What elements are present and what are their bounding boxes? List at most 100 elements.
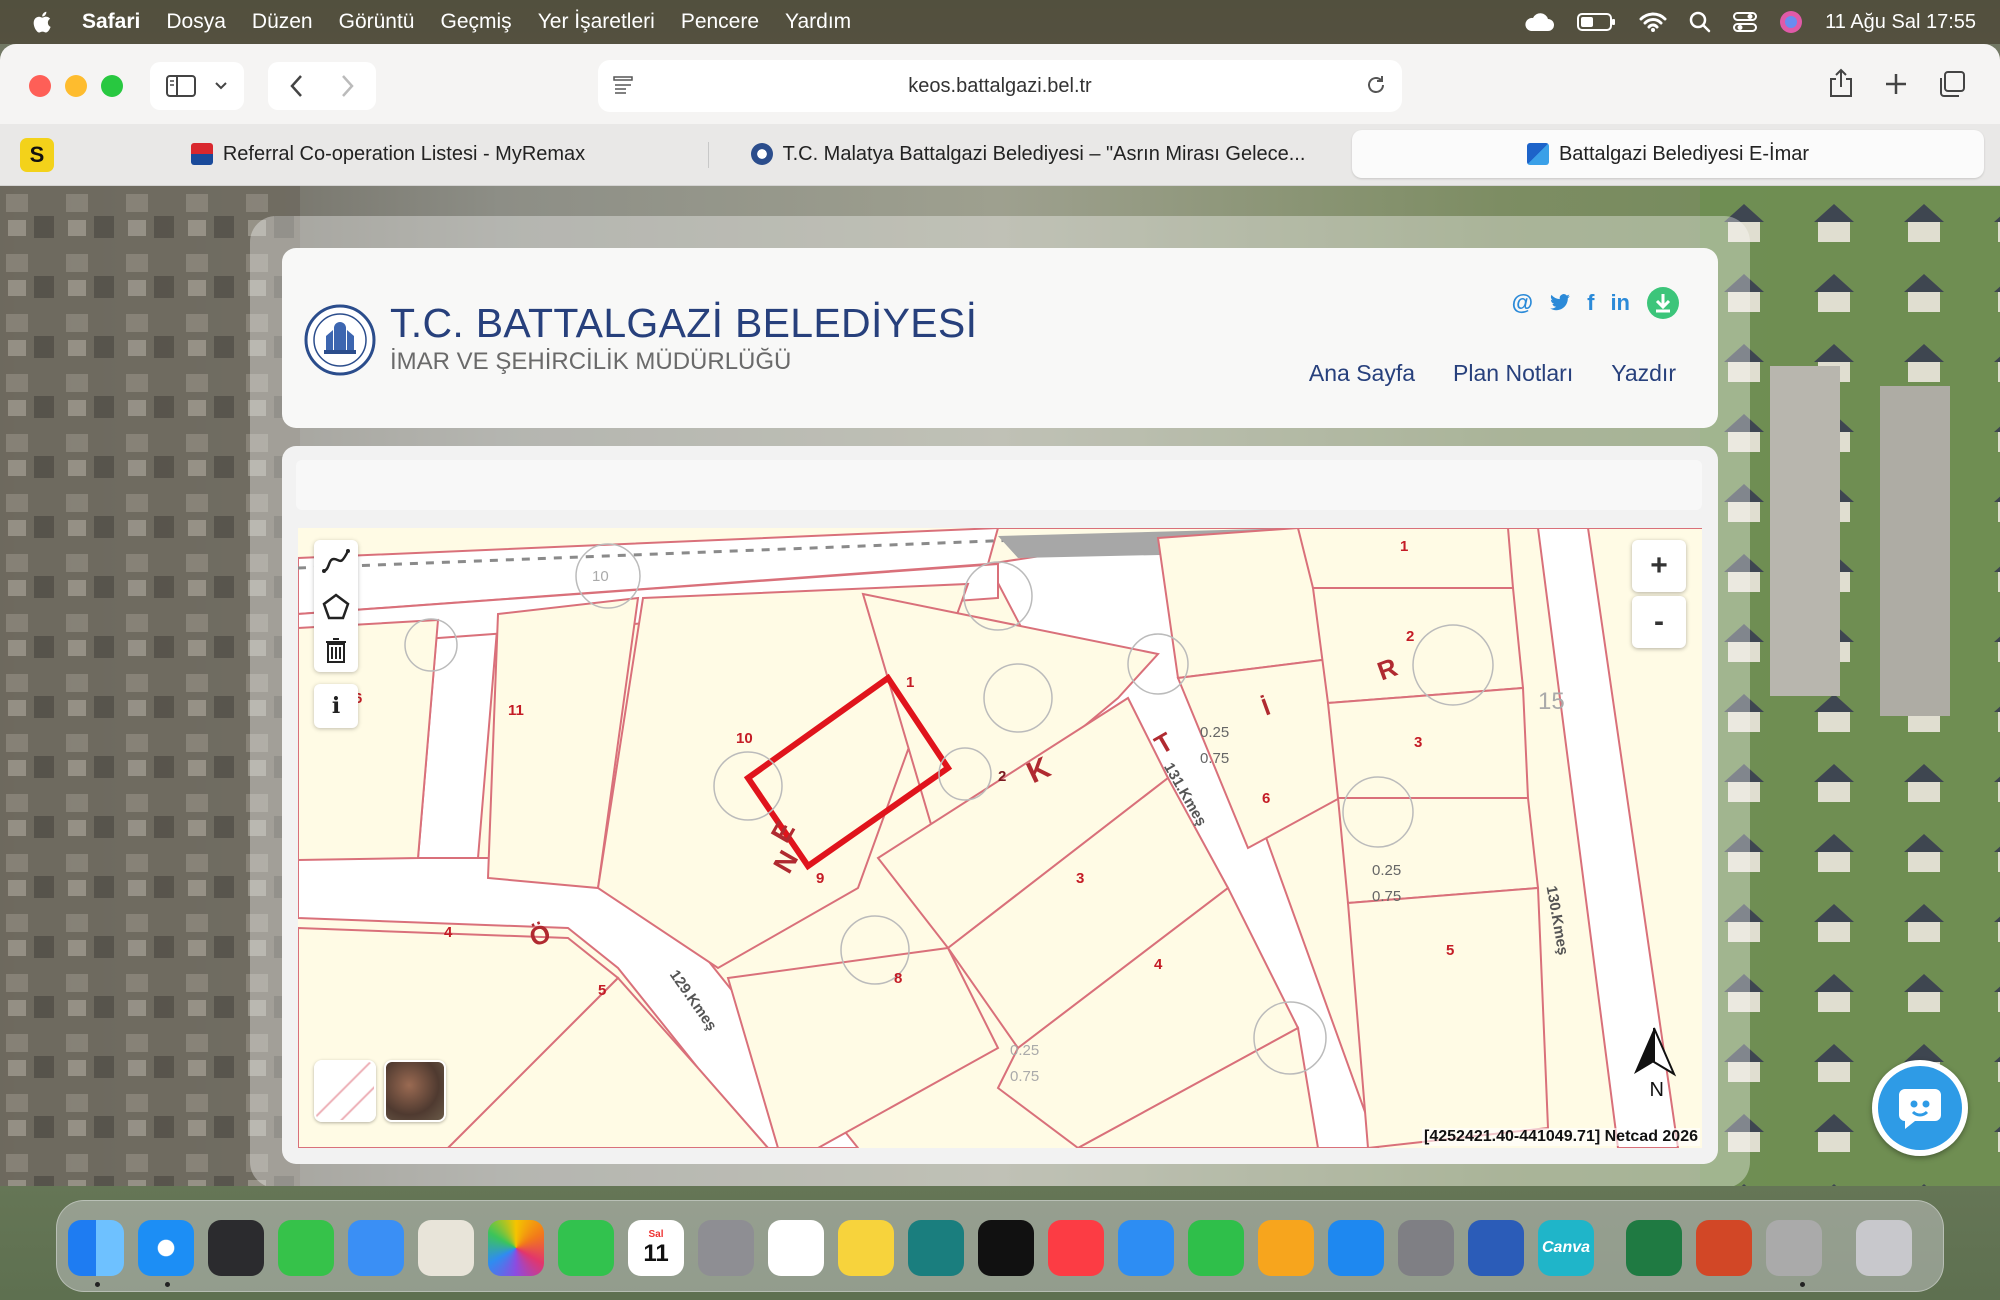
remax-favicon-icon xyxy=(190,143,213,165)
back-icon[interactable] xyxy=(289,74,305,98)
dock-excel-icon[interactable] xyxy=(1626,1220,1682,1276)
dock-system-settings-icon[interactable] xyxy=(1398,1220,1454,1276)
wifi-icon[interactable] xyxy=(1639,11,1667,33)
calendar-day-label: 11 xyxy=(643,1239,669,1267)
map-panel: 6 11 10 1 2 3 9 8 4 6 1 2 3 5 4 5 K E N … xyxy=(282,446,1718,1164)
tab-title: T.C. Malatya Battalgazi Belediyesi – "As… xyxy=(782,142,1306,165)
dock-safari-icon[interactable] xyxy=(138,1220,194,1276)
web-page: T.C. BATTALGAZİ BELEDİYESİ İMAR VE ŞEHİR… xyxy=(0,186,2000,1186)
menu-goruntu[interactable]: Görüntü xyxy=(339,10,415,34)
menu-bar: Safari Dosya Düzen Görüntü Geçmiş Yer İş… xyxy=(0,0,2000,44)
minimize-window-button[interactable] xyxy=(65,75,87,97)
linkedin-icon[interactable]: in xyxy=(1610,290,1630,316)
assistant-chat-button[interactable] xyxy=(1872,1060,1968,1156)
polygon-tool-icon[interactable] xyxy=(314,584,358,628)
apple-icon[interactable] xyxy=(30,9,56,35)
dock-launchpad-icon[interactable] xyxy=(208,1220,264,1276)
zoom-in-button[interactable]: + xyxy=(1632,540,1686,592)
menu-gecmis[interactable]: Geçmiş xyxy=(441,10,512,34)
dock-tv-icon[interactable] xyxy=(978,1220,1034,1276)
cloud-icon[interactable] xyxy=(1523,11,1555,33)
forward-icon[interactable] xyxy=(339,74,355,98)
dock-running-indicator xyxy=(95,1282,100,1287)
dock-maps-icon[interactable] xyxy=(418,1220,474,1276)
menu-duzen[interactable]: Düzen xyxy=(252,10,313,34)
nav-buttons xyxy=(268,62,376,110)
draw-toolbar xyxy=(314,540,358,672)
dock-messages-icon[interactable] xyxy=(278,1220,334,1276)
nav-plan-notlari[interactable]: Plan Notları xyxy=(1453,360,1573,387)
parcel-search-bar[interactable] xyxy=(296,460,1702,510)
dock-finder-icon[interactable] xyxy=(68,1220,124,1276)
siri-icon[interactable] xyxy=(1779,10,1803,34)
dock-canva-icon[interactable]: Canva xyxy=(1538,1220,1594,1276)
tab-title: Referral Co-operation Listesi - MyRemax xyxy=(222,142,586,165)
download-icon[interactable] xyxy=(1646,286,1680,320)
tab-separator xyxy=(708,142,709,168)
dock-music-icon[interactable] xyxy=(1048,1220,1104,1276)
dock-mail-icon[interactable] xyxy=(348,1220,404,1276)
at-icon[interactable]: @ xyxy=(1512,290,1533,316)
dock-numbers-icon[interactable] xyxy=(1188,1220,1244,1276)
parcel-map[interactable]: 6 11 10 1 2 3 9 8 4 6 1 2 3 5 4 5 K E N … xyxy=(298,528,1702,1148)
maximize-window-button[interactable] xyxy=(101,75,123,97)
north-label: N xyxy=(1649,1079,1664,1101)
share-icon[interactable] xyxy=(1828,68,1854,98)
facebook-icon[interactable]: f xyxy=(1587,290,1594,316)
site-subtitle: İMAR VE ŞEHİRCİLİK MÜDÜRLÜĞÜ xyxy=(390,348,792,375)
site-title[interactable]: T.C. BATTALGAZİ BELEDİYESİ xyxy=(390,300,977,347)
e-imar-favicon-icon xyxy=(1526,143,1549,165)
basemap-plan-toggle[interactable] xyxy=(314,1060,376,1122)
polyline-tool-icon[interactable] xyxy=(314,540,358,584)
nav-ana-sayfa[interactable]: Ana Sayfa xyxy=(1309,360,1415,387)
menubar-datetime[interactable]: 11 Ağu Sal 17:55 xyxy=(1825,11,1976,34)
menu-yer-isaretleri[interactable]: Yer İşaretleri xyxy=(538,10,655,34)
dock-powerpoint-icon[interactable] xyxy=(1696,1220,1752,1276)
dock-photos-icon[interactable] xyxy=(488,1220,544,1276)
dock-freeform-icon[interactable] xyxy=(908,1220,964,1276)
tab-overview-icon[interactable] xyxy=(1938,70,1966,98)
cadastral-map-layer[interactable] xyxy=(298,528,1702,1148)
menu-dosya[interactable]: Dosya xyxy=(166,10,226,34)
sidebar-toggle-button[interactable] xyxy=(150,62,244,110)
search-icon[interactable] xyxy=(1689,11,1711,33)
main-nav: Ana Sayfa Plan Notları Yazdır xyxy=(1309,360,1676,387)
zoom-out-button[interactable]: - xyxy=(1632,596,1686,648)
close-window-button[interactable] xyxy=(29,75,51,97)
tab-myremax[interactable]: Referral Co-operation Listesi - MyRemax xyxy=(70,130,706,178)
control-center-icon[interactable] xyxy=(1733,11,1758,33)
dock-pages-icon[interactable] xyxy=(1258,1220,1314,1276)
dock-trash-icon[interactable] xyxy=(1856,1220,1912,1276)
tab-e-imar[interactable]: Battalgazi Belediyesi E-İmar xyxy=(1352,130,1984,178)
dock-contacts-icon[interactable] xyxy=(698,1220,754,1276)
twitter-icon[interactable] xyxy=(1549,294,1571,312)
address-bar[interactable]: keos.battalgazi.bel.tr xyxy=(598,60,1402,112)
tab-battalgazi-belediyesi[interactable]: T.C. Malatya Battalgazi Belediyesi – "As… xyxy=(712,130,1344,178)
basemap-satellite-toggle[interactable] xyxy=(384,1060,446,1122)
dock-notes-icon[interactable] xyxy=(838,1220,894,1276)
municipality-logo-icon[interactable] xyxy=(304,304,376,376)
new-tab-icon[interactable] xyxy=(1884,72,1908,96)
reload-icon[interactable] xyxy=(1364,73,1388,97)
dock-calendar-icon[interactable]: Sal 11 xyxy=(628,1220,684,1276)
dock-app-store-icon[interactable] xyxy=(1328,1220,1384,1276)
nav-yazdir[interactable]: Yazdır xyxy=(1611,360,1676,387)
menu-yardim[interactable]: Yardım xyxy=(785,10,851,34)
tab-title: Battalgazi Belediyesi E-İmar xyxy=(1558,142,1810,165)
site-header: T.C. BATTALGAZİ BELEDİYESİ İMAR VE ŞEHİR… xyxy=(282,248,1718,428)
dock-keynote-icon[interactable] xyxy=(1118,1220,1174,1276)
menu-app-safari[interactable]: Safari xyxy=(82,10,140,34)
dock-reminders-icon[interactable] xyxy=(768,1220,824,1276)
dock-running-indicator xyxy=(165,1282,170,1287)
extension-badge[interactable]: S xyxy=(20,138,54,172)
url-text[interactable]: keos.battalgazi.bel.tr xyxy=(908,75,1091,98)
dock-archive-icon[interactable] xyxy=(1766,1220,1822,1276)
info-icon[interactable]: i xyxy=(314,684,358,728)
tab-bar: S Referral Co-operation Listesi - MyRema… xyxy=(0,124,2000,186)
dock-facetime-icon[interactable] xyxy=(558,1220,614,1276)
battery-icon[interactable] xyxy=(1577,12,1617,32)
dock-word-icon[interactable] xyxy=(1468,1220,1524,1276)
trash-icon[interactable] xyxy=(314,628,358,672)
menu-pencere[interactable]: Pencere xyxy=(681,10,759,34)
page-menu-icon[interactable] xyxy=(612,74,634,96)
